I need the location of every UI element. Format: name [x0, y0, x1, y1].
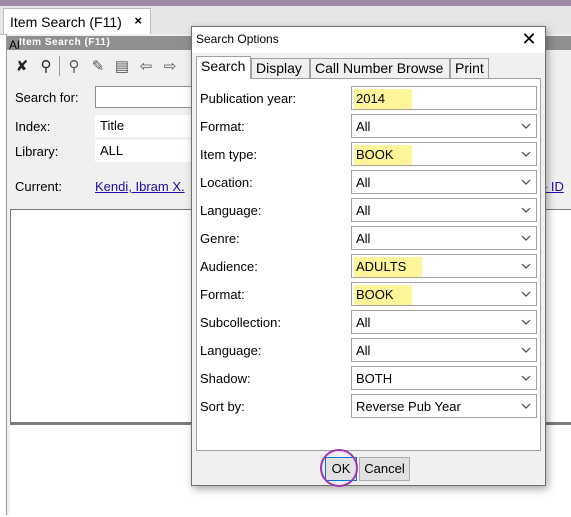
option-value: BOTH	[356, 371, 393, 386]
option-row-format-1: Format: All	[197, 114, 540, 138]
option-value: Reverse Pub Year	[356, 399, 461, 414]
option-select-shadow[interactable]: BOTH	[351, 366, 537, 390]
option-row-language-4: Language: All	[197, 198, 540, 222]
chevron-down-icon[interactable]	[516, 143, 536, 165]
option-label: Sort by:	[200, 399, 245, 414]
tab-call-number-browse[interactable]: Call Number Browse	[310, 58, 450, 78]
tab-close-icon[interactable]: ×	[134, 13, 142, 28]
index-select[interactable]: Title	[95, 115, 205, 137]
cancel-button[interactable]: Cancel	[359, 457, 410, 481]
clear-search-icon[interactable]: ✘	[11, 56, 33, 76]
tab-display[interactable]: Display	[251, 58, 310, 78]
binoculars-icon[interactable]: ⚲	[35, 56, 57, 76]
option-select-subcollection[interactable]: All	[351, 310, 537, 334]
option-value: BOOK	[354, 145, 412, 165]
chevron-down-icon[interactable]	[516, 171, 536, 193]
option-value: All	[356, 231, 371, 246]
option-label: Shadow:	[200, 371, 251, 386]
chevron-down-icon[interactable]	[516, 199, 536, 221]
option-label: Format:	[200, 119, 245, 134]
item-detail-icon[interactable]: ▤	[111, 56, 133, 76]
option-value: 2014	[354, 89, 412, 109]
option-row-sort-by-11: Sort by: Reverse Pub Year	[197, 394, 540, 418]
option-label: Language:	[200, 203, 262, 218]
chevron-down-icon[interactable]	[516, 115, 536, 137]
option-value: All	[356, 343, 371, 358]
option-label: Format:	[200, 287, 245, 302]
option-row-publication-year-0: Publication year: 2014	[197, 86, 540, 110]
option-select-format[interactable]: All	[351, 114, 537, 138]
toolbar-divider	[59, 56, 60, 76]
chevron-down-icon[interactable]	[516, 227, 536, 249]
option-label: Language:	[200, 343, 262, 358]
option-select-audience[interactable]: ADULTS	[351, 254, 537, 278]
option-value: BOOK	[354, 285, 412, 305]
option-select-item-type[interactable]: BOOK	[351, 142, 537, 166]
chevron-down-icon[interactable]	[516, 395, 536, 417]
option-label: Subcollection:	[200, 315, 281, 330]
tab-print[interactable]: Print	[450, 58, 489, 78]
search-for-input[interactable]	[95, 86, 205, 108]
option-row-language-9: Language: All	[197, 338, 540, 362]
option-input-publication-year[interactable]: 2014	[351, 86, 537, 110]
search-options-dialog: Search Options ✕ Search Display Call Num…	[191, 26, 546, 487]
option-select-format[interactable]: BOOK	[351, 282, 537, 306]
option-select-sort-by[interactable]: Reverse Pub Year	[351, 394, 537, 418]
ok-button[interactable]: OK	[325, 457, 357, 481]
chevron-down-icon[interactable]	[516, 311, 536, 333]
option-select-genre[interactable]: All	[351, 226, 537, 250]
search-options-panel: Publication year: 2014 Format: All Item type…	[196, 78, 541, 451]
back-arrow-icon[interactable]: ⇦	[135, 56, 157, 76]
binoculars-grey-icon[interactable]: ⚲	[63, 56, 85, 76]
dialog-title: Search Options	[196, 32, 279, 46]
option-value: All	[356, 203, 371, 218]
option-select-language[interactable]: All	[351, 198, 537, 222]
dialog-button-row: OK Cancel	[192, 449, 545, 487]
truncated-label: Al	[9, 38, 20, 52]
option-row-subcollection-8: Subcollection: All	[197, 310, 540, 334]
library-select[interactable]: ALL	[95, 140, 205, 162]
chevron-down-icon[interactable]	[516, 255, 536, 277]
option-row-shadow-10: Shadow: BOTH	[197, 366, 540, 390]
library-label: Library:	[15, 144, 59, 159]
option-value: All	[356, 315, 371, 330]
close-icon[interactable]: ✕	[519, 29, 539, 49]
option-row-genre-5: Genre: All	[197, 226, 540, 250]
dialog-titlebar: Search Options ✕	[192, 27, 545, 53]
option-row-item-type-2: Item type: BOOK	[197, 142, 540, 166]
option-value: ADULTS	[354, 257, 422, 277]
option-label: Publication year:	[200, 91, 297, 106]
option-row-audience-6: Audience: ADULTS	[197, 254, 540, 278]
tab-search[interactable]: Search	[196, 56, 251, 79]
option-value: All	[356, 119, 371, 134]
option-label: Audience:	[200, 259, 258, 274]
option-select-location[interactable]: All	[351, 170, 537, 194]
chevron-down-icon[interactable]	[516, 367, 536, 389]
option-value: All	[356, 175, 371, 190]
search-for-label: Search for:	[15, 90, 79, 105]
tab-item-search-label: Item Search (F11)	[10, 14, 122, 30]
option-row-location-3: Location: All	[197, 170, 540, 194]
index-label: Index:	[15, 119, 51, 134]
window-subtitle: Item Search (F11)	[19, 37, 111, 48]
chevron-down-icon[interactable]	[516, 283, 536, 305]
option-label: Item type:	[200, 147, 258, 162]
chevron-down-icon[interactable]	[516, 339, 536, 361]
current-label: Current:	[15, 179, 62, 194]
graph-icon[interactable]: ✎	[87, 56, 109, 76]
tab-item-search[interactable]: Item Search (F11) ×	[3, 8, 151, 34]
option-select-language[interactable]: All	[351, 338, 537, 362]
option-label: Genre:	[200, 231, 240, 246]
forward-arrow-icon[interactable]: ⇨	[159, 56, 181, 76]
current-author-link[interactable]: Kendi, Ibram X.	[95, 179, 185, 194]
option-row-format-7: Format: BOOK	[197, 282, 540, 306]
option-label: Location:	[200, 175, 253, 190]
